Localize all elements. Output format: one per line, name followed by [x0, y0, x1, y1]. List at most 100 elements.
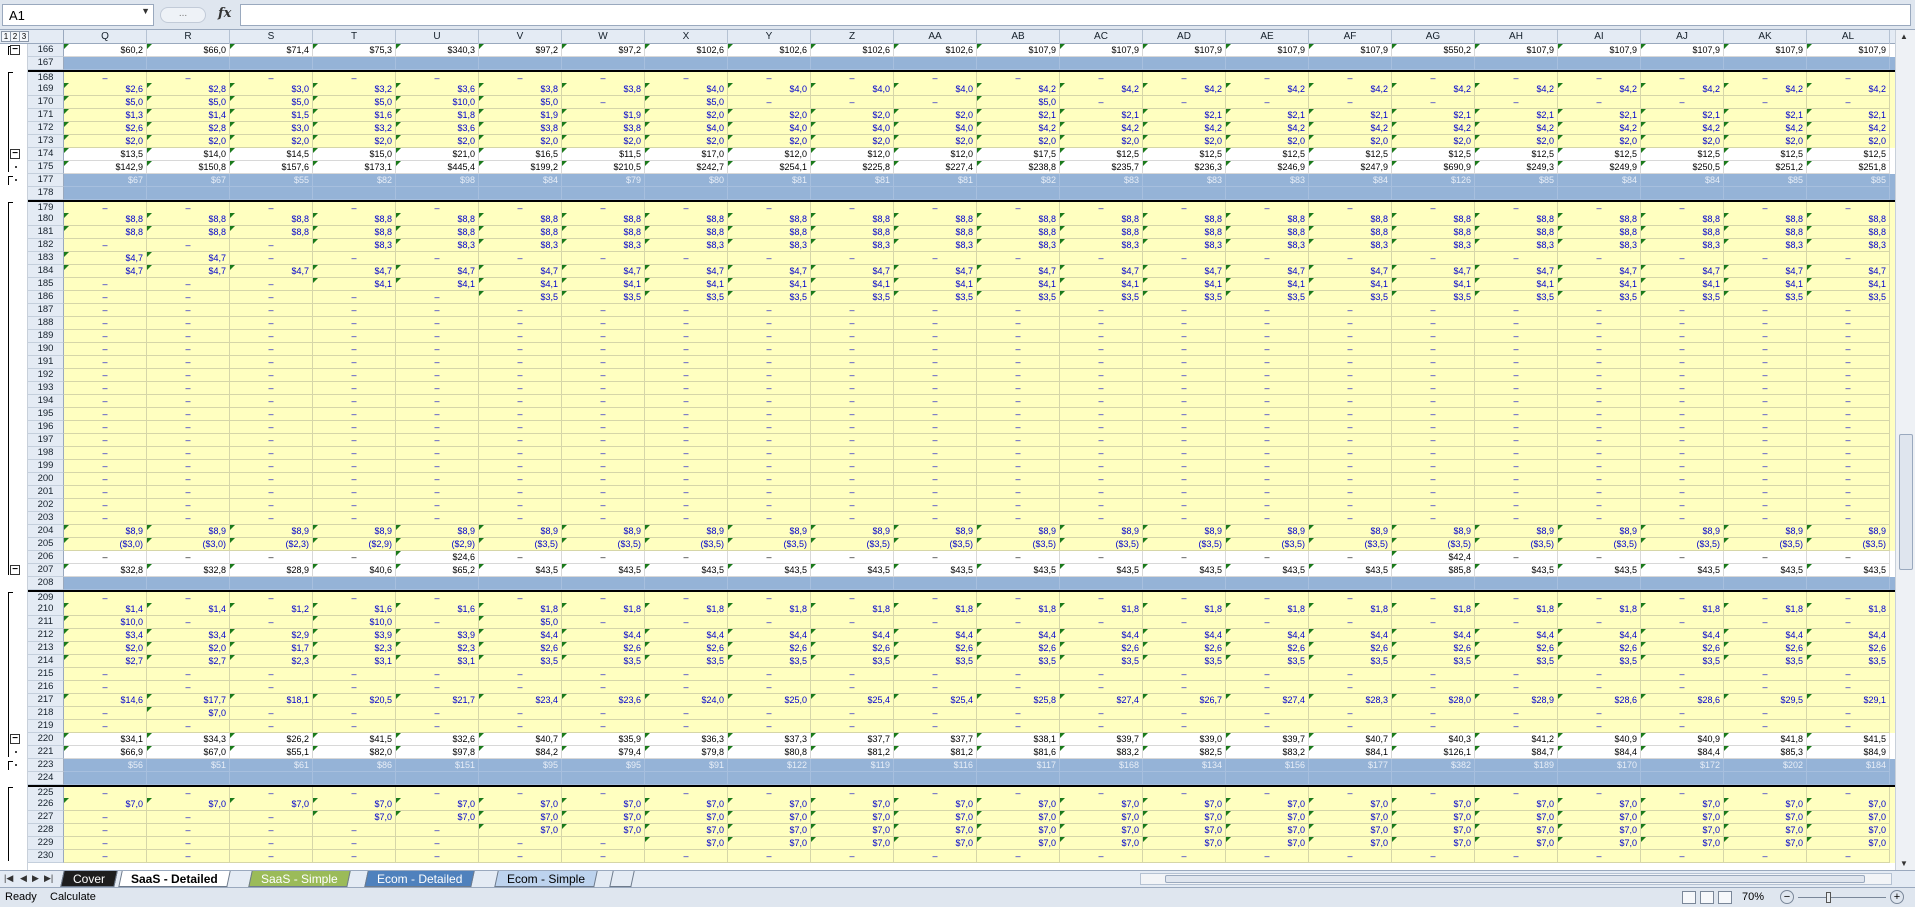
cell[interactable]: – [1558, 850, 1641, 863]
cell[interactable]: – [1226, 447, 1309, 460]
cell[interactable]: $2,0 [562, 135, 645, 148]
cell[interactable]: $4,0 [728, 83, 811, 96]
cell[interactable]: – [977, 304, 1060, 317]
cell[interactable]: – [1060, 447, 1143, 460]
cell[interactable]: – [894, 668, 977, 681]
cell[interactable]: – [147, 473, 230, 486]
scroll-down-icon[interactable]: ▼ [1900, 859, 1908, 868]
cell[interactable]: – [147, 551, 230, 564]
normal-view-icon[interactable] [1682, 891, 1696, 904]
cell[interactable]: – [562, 473, 645, 486]
cell[interactable] [313, 57, 396, 70]
name-box[interactable]: A1 ▼ [2, 4, 154, 26]
cell[interactable]: $7,0 [728, 811, 811, 824]
cell[interactable]: $67,0 [147, 746, 230, 759]
row-header[interactable]: 175 [28, 161, 64, 174]
cell[interactable]: – [1226, 460, 1309, 473]
row-header[interactable]: 201 [28, 486, 64, 499]
cell[interactable]: – [1724, 317, 1807, 330]
cell[interactable]: $2,0 [811, 135, 894, 148]
cell[interactable]: – [147, 343, 230, 356]
cell[interactable]: – [1724, 369, 1807, 382]
cell[interactable]: $2,6 [64, 83, 147, 96]
cell[interactable]: – [1060, 434, 1143, 447]
cell[interactable]: $4,2 [1724, 83, 1807, 96]
cell[interactable]: $3,5 [977, 655, 1060, 668]
cell[interactable]: – [147, 382, 230, 395]
cell[interactable]: – [1558, 304, 1641, 317]
cell[interactable] [1724, 772, 1807, 785]
cell[interactable]: $4,7 [1226, 265, 1309, 278]
cell[interactable]: – [147, 330, 230, 343]
cell[interactable]: – [1392, 681, 1475, 694]
cell[interactable]: $1,8 [1392, 603, 1475, 616]
cell[interactable]: $4,1 [313, 278, 396, 291]
cell[interactable]: – [1309, 512, 1392, 525]
cell[interactable]: – [1724, 850, 1807, 863]
cell[interactable]: $84,4 [1558, 746, 1641, 759]
row-header[interactable]: 184 [28, 265, 64, 278]
cell[interactable] [894, 187, 977, 200]
cell[interactable] [894, 57, 977, 70]
cell[interactable]: $4,2 [1641, 83, 1724, 96]
cell[interactable]: – [894, 369, 977, 382]
cell[interactable]: $3,9 [396, 629, 479, 642]
cell[interactable]: – [1226, 434, 1309, 447]
cell[interactable]: $8,8 [1558, 226, 1641, 239]
cell[interactable]: $7,0 [1558, 837, 1641, 850]
cell[interactable]: – [811, 460, 894, 473]
row-header[interactable]: 191 [28, 356, 64, 369]
cell[interactable]: $7,0 [479, 798, 562, 811]
cell[interactable]: $8,8 [1309, 226, 1392, 239]
cell[interactable]: – [1226, 343, 1309, 356]
cell[interactable]: $5,0 [977, 96, 1060, 109]
cell[interactable]: $3,5 [645, 655, 728, 668]
cell[interactable]: – [1392, 616, 1475, 629]
cell[interactable]: $7,0 [147, 798, 230, 811]
cell[interactable]: $202 [1724, 759, 1807, 772]
cell[interactable]: $39,7 [1060, 733, 1143, 746]
cell[interactable]: – [1807, 473, 1890, 486]
cell[interactable]: – [1807, 408, 1890, 421]
cell[interactable]: – [1060, 720, 1143, 733]
cell[interactable]: – [313, 551, 396, 564]
cell[interactable]: $122 [728, 759, 811, 772]
cell[interactable]: $8,3 [479, 239, 562, 252]
cell[interactable]: – [894, 382, 977, 395]
cell[interactable] [479, 772, 562, 785]
cell[interactable] [1475, 772, 1558, 785]
cell[interactable]: – [230, 512, 313, 525]
cell[interactable]: $27,4 [1226, 694, 1309, 707]
cell[interactable] [1060, 577, 1143, 590]
cell[interactable]: $82,5 [1143, 746, 1226, 759]
cell[interactable] [1226, 772, 1309, 785]
cell[interactable] [1475, 577, 1558, 590]
cell[interactable]: – [645, 512, 728, 525]
cell[interactable]: $4,1 [1392, 278, 1475, 291]
cell[interactable]: – [1807, 681, 1890, 694]
cell[interactable]: $4,4 [977, 629, 1060, 642]
cell[interactable]: – [894, 681, 977, 694]
cell[interactable]: – [313, 707, 396, 720]
cell[interactable]: $7,0 [562, 811, 645, 824]
cell[interactable]: – [479, 317, 562, 330]
cell[interactable]: – [64, 447, 147, 460]
cell[interactable]: – [396, 291, 479, 304]
cell[interactable]: – [147, 811, 230, 824]
cell[interactable]: – [479, 421, 562, 434]
cell[interactable]: – [313, 356, 396, 369]
cell[interactable]: – [1143, 551, 1226, 564]
cell[interactable]: $3,5 [1724, 655, 1807, 668]
cell[interactable]: – [313, 382, 396, 395]
cell[interactable] [977, 57, 1060, 70]
cell[interactable]: $4,2 [1475, 83, 1558, 96]
cell[interactable]: $1,8 [645, 603, 728, 616]
cell[interactable]: $2,1 [1475, 109, 1558, 122]
cell[interactable]: – [1392, 486, 1475, 499]
cell[interactable]: – [1807, 720, 1890, 733]
cell[interactable]: $4,7 [811, 265, 894, 278]
cell[interactable]: – [1724, 486, 1807, 499]
cell[interactable]: – [1060, 473, 1143, 486]
cell[interactable]: – [728, 96, 811, 109]
zoom-in-button[interactable]: + [1890, 890, 1904, 904]
